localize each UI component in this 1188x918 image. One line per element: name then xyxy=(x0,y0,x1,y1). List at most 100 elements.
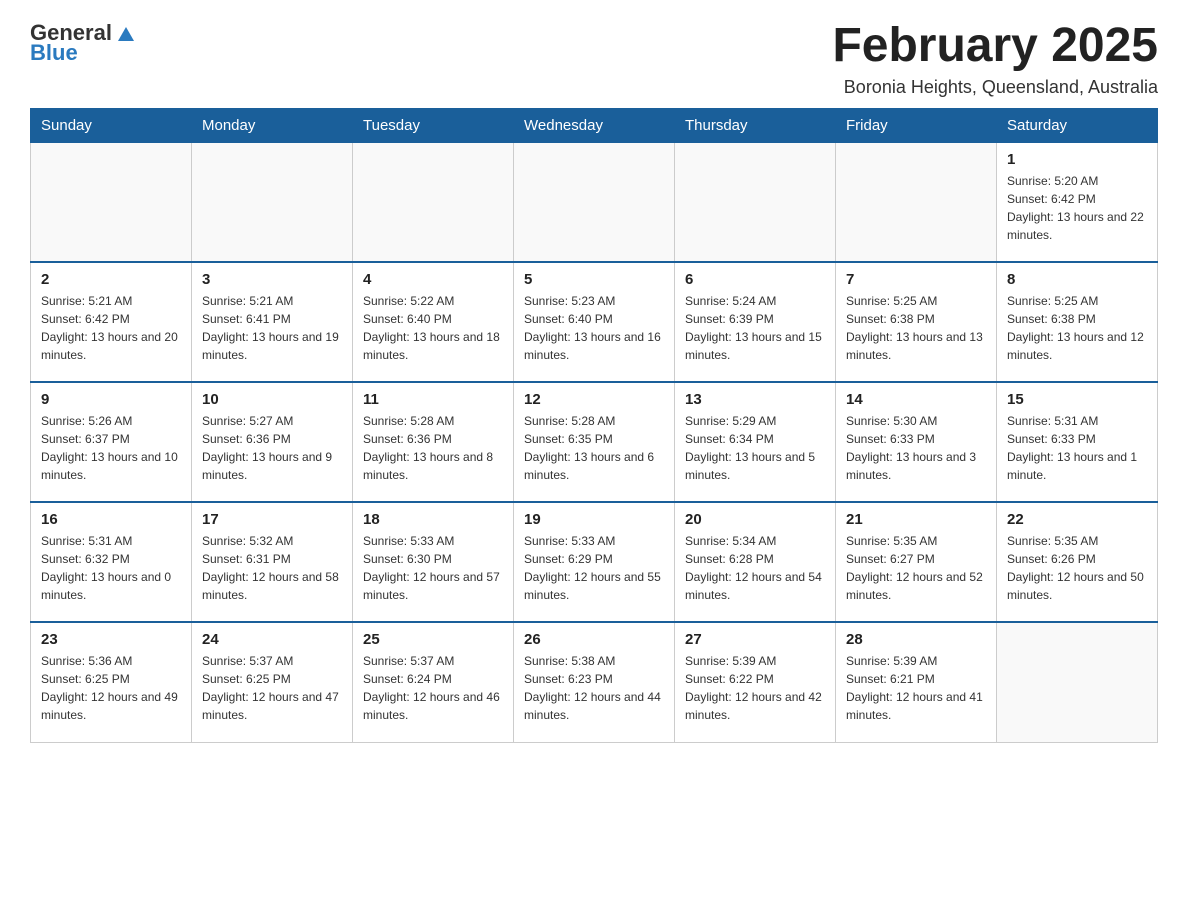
day-info: Sunrise: 5:24 AMSunset: 6:39 PMDaylight:… xyxy=(685,292,825,364)
calendar-cell: 6 Sunrise: 5:24 AMSunset: 6:39 PMDaylight… xyxy=(675,262,836,382)
calendar-cell: 23 Sunrise: 5:36 AMSunset: 6:25 PMDayligh… xyxy=(31,622,192,742)
calendar-cell: 2 Sunrise: 5:21 AMSunset: 6:42 PMDaylight… xyxy=(31,262,192,382)
calendar-cell: 13 Sunrise: 5:29 AMSunset: 6:34 PMDayligh… xyxy=(675,382,836,502)
calendar-week-row: 2 Sunrise: 5:21 AMSunset: 6:42 PMDaylight… xyxy=(31,262,1158,382)
day-number: 22 xyxy=(1007,511,1147,528)
day-number: 14 xyxy=(846,391,986,408)
calendar-cell: 24Sunrise: 5:37 AMSunset: 6:25 PMDayligh… xyxy=(192,622,353,742)
calendar-cell: 28Sunrise: 5:39 AMSunset: 6:21 PMDayligh… xyxy=(836,622,997,742)
day-number: 13 xyxy=(685,391,825,408)
day-info: Sunrise: 5:29 AMSunset: 6:34 PMDaylight:… xyxy=(685,412,825,484)
day-info: Sunrise: 5:38 AMSunset: 6:23 PMDaylight:… xyxy=(524,652,664,724)
day-number: 9 xyxy=(41,391,181,408)
day-number: 5 xyxy=(524,271,664,288)
calendar-cell: 8 Sunrise: 5:25 AMSunset: 6:38 PMDaylight… xyxy=(997,262,1158,382)
calendar-cell: 9Sunrise: 5:26 AMSunset: 6:37 PMDaylight… xyxy=(31,382,192,502)
day-number: 26 xyxy=(524,631,664,648)
calendar-header-row: SundayMondayTuesdayWednesdayThursdayFrid… xyxy=(31,108,1158,142)
calendar-cell: 3Sunrise: 5:21 AMSunset: 6:41 PMDaylight… xyxy=(192,262,353,382)
calendar-cell: 22 Sunrise: 5:35 AMSunset: 6:26 PMDayligh… xyxy=(997,502,1158,622)
day-info: Sunrise: 5:20 AMSunset: 6:42 PMDaylight:… xyxy=(1007,172,1147,244)
day-number: 1 xyxy=(1007,151,1147,168)
calendar-cell: 25Sunrise: 5:37 AMSunset: 6:24 PMDayligh… xyxy=(353,622,514,742)
day-number: 21 xyxy=(846,511,986,528)
calendar-cell xyxy=(31,142,192,262)
calendar-cell: 18 Sunrise: 5:33 AMSunset: 6:30 PMDayligh… xyxy=(353,502,514,622)
day-number: 17 xyxy=(202,511,342,528)
day-number: 19 xyxy=(524,511,664,528)
day-info: Sunrise: 5:33 AMSunset: 6:30 PMDaylight:… xyxy=(363,532,503,604)
day-number: 20 xyxy=(685,511,825,528)
day-info: Sunrise: 5:33 AMSunset: 6:29 PMDaylight:… xyxy=(524,532,664,604)
day-number: 7 xyxy=(846,271,986,288)
day-of-week-header: Sunday xyxy=(31,108,192,142)
day-of-week-header: Tuesday xyxy=(353,108,514,142)
day-info: Sunrise: 5:37 AMSunset: 6:24 PMDaylight:… xyxy=(363,652,503,724)
calendar-cell: 27 Sunrise: 5:39 AMSunset: 6:22 PMDayligh… xyxy=(675,622,836,742)
day-number: 15 xyxy=(1007,391,1147,408)
day-number: 18 xyxy=(363,511,503,528)
calendar-cell xyxy=(836,142,997,262)
calendar-week-row: 16Sunrise: 5:31 AMSunset: 6:32 PMDayligh… xyxy=(31,502,1158,622)
calendar-cell: 4Sunrise: 5:22 AMSunset: 6:40 PMDaylight… xyxy=(353,262,514,382)
day-number: 2 xyxy=(41,271,181,288)
day-number: 11 xyxy=(363,391,503,408)
day-number: 3 xyxy=(202,271,342,288)
calendar-cell: 14 Sunrise: 5:30 AMSunset: 6:33 PMDayligh… xyxy=(836,382,997,502)
day-info: Sunrise: 5:25 AMSunset: 6:38 PMDaylight:… xyxy=(846,292,986,364)
day-number: 23 xyxy=(41,631,181,648)
day-number: 6 xyxy=(685,271,825,288)
page-header: General Blue February 2025 Boronia Heigh… xyxy=(30,20,1158,98)
day-info: Sunrise: 5:35 AMSunset: 6:26 PMDaylight:… xyxy=(1007,532,1147,604)
day-info: Sunrise: 5:30 AMSunset: 6:33 PMDaylight:… xyxy=(846,412,986,484)
logo: General Blue xyxy=(30,20,138,66)
calendar-cell: 5 Sunrise: 5:23 AMSunset: 6:40 PMDaylight… xyxy=(514,262,675,382)
calendar-cell: 7 Sunrise: 5:25 AMSunset: 6:38 PMDaylight… xyxy=(836,262,997,382)
calendar-cell: 16Sunrise: 5:31 AMSunset: 6:32 PMDayligh… xyxy=(31,502,192,622)
day-number: 28 xyxy=(846,631,986,648)
logo-blue-text: Blue xyxy=(30,40,78,66)
calendar-cell xyxy=(192,142,353,262)
day-number: 10 xyxy=(202,391,342,408)
calendar-cell: 19 Sunrise: 5:33 AMSunset: 6:29 PMDayligh… xyxy=(514,502,675,622)
day-of-week-header: Monday xyxy=(192,108,353,142)
calendar-cell xyxy=(514,142,675,262)
calendar-week-row: 1 Sunrise: 5:20 AMSunset: 6:42 PMDaylight… xyxy=(31,142,1158,262)
calendar-cell: 26 Sunrise: 5:38 AMSunset: 6:23 PMDayligh… xyxy=(514,622,675,742)
day-info: Sunrise: 5:21 AMSunset: 6:42 PMDaylight:… xyxy=(41,292,181,364)
day-info: Sunrise: 5:31 AMSunset: 6:32 PMDaylight:… xyxy=(41,532,181,604)
day-info: Sunrise: 5:39 AMSunset: 6:22 PMDaylight:… xyxy=(685,652,825,724)
calendar-cell: 1 Sunrise: 5:20 AMSunset: 6:42 PMDaylight… xyxy=(997,142,1158,262)
day-number: 4 xyxy=(363,271,503,288)
calendar-cell xyxy=(353,142,514,262)
calendar-cell xyxy=(675,142,836,262)
day-number: 12 xyxy=(524,391,664,408)
day-number: 8 xyxy=(1007,271,1147,288)
calendar-week-row: 9Sunrise: 5:26 AMSunset: 6:37 PMDaylight… xyxy=(31,382,1158,502)
calendar-cell: 21Sunrise: 5:35 AMSunset: 6:27 PMDayligh… xyxy=(836,502,997,622)
day-of-week-header: Saturday xyxy=(997,108,1158,142)
day-of-week-header: Friday xyxy=(836,108,997,142)
day-info: Sunrise: 5:31 AMSunset: 6:33 PMDaylight:… xyxy=(1007,412,1147,484)
day-info: Sunrise: 5:25 AMSunset: 6:38 PMDaylight:… xyxy=(1007,292,1147,364)
location-subtitle: Boronia Heights, Queensland, Australia xyxy=(832,77,1158,98)
calendar-cell: 10 Sunrise: 5:27 AMSunset: 6:36 PMDayligh… xyxy=(192,382,353,502)
calendar-table: SundayMondayTuesdayWednesdayThursdayFrid… xyxy=(30,108,1158,743)
day-info: Sunrise: 5:34 AMSunset: 6:28 PMDaylight:… xyxy=(685,532,825,604)
day-info: Sunrise: 5:23 AMSunset: 6:40 PMDaylight:… xyxy=(524,292,664,364)
calendar-cell xyxy=(997,622,1158,742)
title-block: February 2025 Boronia Heights, Queenslan… xyxy=(832,20,1158,98)
calendar-cell: 20 Sunrise: 5:34 AMSunset: 6:28 PMDayligh… xyxy=(675,502,836,622)
day-info: Sunrise: 5:36 AMSunset: 6:25 PMDaylight:… xyxy=(41,652,181,724)
calendar-cell: 15 Sunrise: 5:31 AMSunset: 6:33 PMDayligh… xyxy=(997,382,1158,502)
day-info: Sunrise: 5:27 AMSunset: 6:36 PMDaylight:… xyxy=(202,412,342,484)
day-info: Sunrise: 5:28 AMSunset: 6:36 PMDaylight:… xyxy=(363,412,503,484)
day-of-week-header: Wednesday xyxy=(514,108,675,142)
month-title: February 2025 xyxy=(832,20,1158,73)
day-info: Sunrise: 5:28 AMSunset: 6:35 PMDaylight:… xyxy=(524,412,664,484)
calendar-cell: 12 Sunrise: 5:28 AMSunset: 6:35 PMDayligh… xyxy=(514,382,675,502)
day-info: Sunrise: 5:32 AMSunset: 6:31 PMDaylight:… xyxy=(202,532,342,604)
day-of-week-header: Thursday xyxy=(675,108,836,142)
logo-icon xyxy=(114,21,138,45)
day-number: 27 xyxy=(685,631,825,648)
